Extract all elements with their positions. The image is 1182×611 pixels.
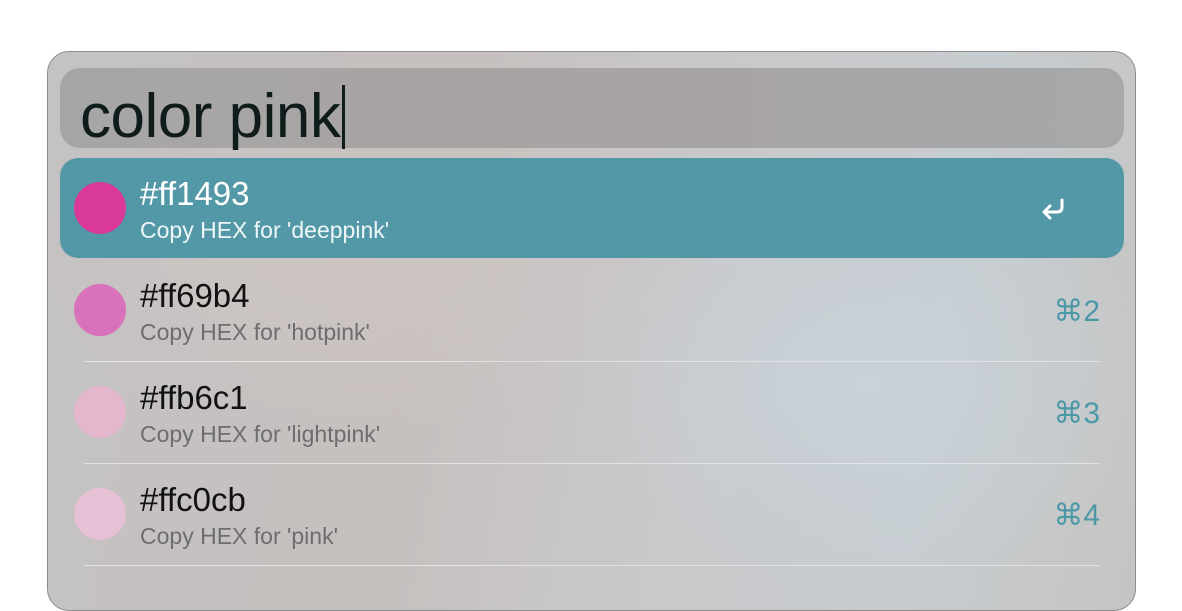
text-caret <box>342 85 346 149</box>
search-bar[interactable]: color pink <box>60 68 1124 151</box>
shortcut-hint: ⌘3 <box>1053 397 1100 430</box>
return-icon <box>1042 198 1064 220</box>
result-row[interactable]: #ffc0cb Copy HEX for 'pink' ⌘4 <box>60 464 1124 566</box>
color-swatch <box>74 284 126 336</box>
result-title: #ffb6c1 <box>140 379 248 416</box>
search-input[interactable]: color pink <box>80 77 346 157</box>
result-title: #ff1493 <box>140 175 250 212</box>
shortcut-hint: ⌘4 <box>1053 499 1100 532</box>
color-swatch <box>74 182 126 234</box>
results-list: #ff1493 Copy HEX for 'deeppink' #ff69b4 … <box>60 158 1124 566</box>
result-row[interactable]: #ff69b4 Copy HEX for 'hotpink' ⌘2 <box>60 260 1124 362</box>
result-title: #ffc0cb <box>140 481 246 518</box>
result-subtitle: Copy HEX for 'hotpink' <box>140 319 370 345</box>
launcher-window: color pink #ff1493 Copy HEX for 'deeppin… <box>47 51 1136 611</box>
result-row-selected[interactable]: #ff1493 Copy HEX for 'deeppink' <box>60 158 1124 258</box>
row-divider <box>84 565 1100 566</box>
result-subtitle: Copy HEX for 'pink' <box>140 523 338 549</box>
result-title: #ff69b4 <box>140 277 250 314</box>
shortcut-hint: ⌘2 <box>1053 295 1100 328</box>
result-row[interactable]: #ffb6c1 Copy HEX for 'lightpink' ⌘3 <box>60 362 1124 464</box>
color-swatch <box>74 488 126 540</box>
search-query: color pink <box>80 82 341 151</box>
color-swatch <box>74 386 126 438</box>
result-subtitle: Copy HEX for 'lightpink' <box>140 421 381 447</box>
result-subtitle: Copy HEX for 'deeppink' <box>140 217 390 243</box>
